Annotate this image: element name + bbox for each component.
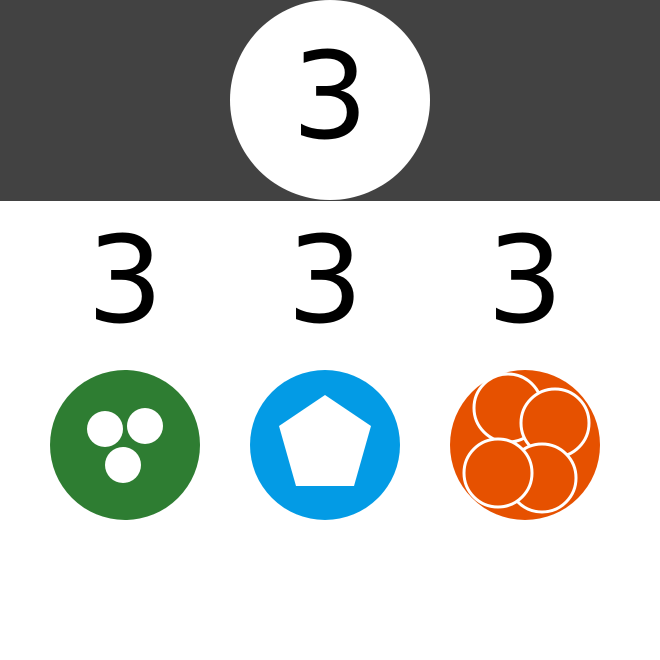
inner-circle — [462, 437, 534, 509]
target-circle: 3 — [230, 0, 430, 200]
dot — [87, 411, 123, 447]
dot — [127, 408, 163, 444]
option-number: 3 — [286, 212, 364, 351]
option-green[interactable]: 3 — [50, 222, 200, 522]
dot — [105, 447, 141, 483]
option-number: 3 — [86, 212, 164, 351]
green-circle-button[interactable] — [50, 370, 200, 520]
option-number: 3 — [486, 212, 564, 351]
target-bar: 3 — [0, 0, 660, 201]
blue-circle-button[interactable] — [250, 370, 400, 520]
pentagon-icon — [250, 370, 400, 520]
orange-circle-button[interactable] — [450, 370, 600, 520]
option-blue[interactable]: 3 — [250, 222, 400, 522]
target-number: 3 — [291, 28, 369, 167]
three-dots-icon — [50, 370, 200, 520]
option-orange[interactable]: 3 — [450, 222, 600, 522]
game-board: 3 3 3 3 — [0, 0, 660, 660]
green-disc — [50, 370, 200, 520]
four-circles-icon — [450, 370, 600, 520]
